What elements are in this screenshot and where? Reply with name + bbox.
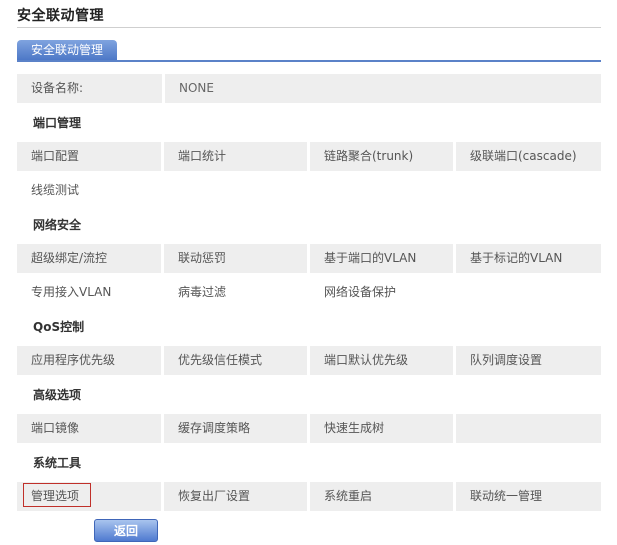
menu-link-port-default-priority[interactable]: 端口默认优先级: [310, 346, 453, 375]
section-heading-tools: 系统工具: [33, 456, 82, 470]
menu-table: 设备名称: NONE 端口管理 端口配置 端口统计 链路聚合(trunk) 级联…: [17, 72, 601, 514]
section-heading-row: 系统工具: [17, 446, 601, 480]
menu-link-port-mirror[interactable]: 端口镜像: [17, 414, 161, 443]
menu-link-trunk[interactable]: 链路聚合(trunk): [310, 142, 453, 171]
highlight-box: [23, 483, 91, 507]
section-heading-row: QoS控制: [17, 310, 601, 344]
menu-link-unified-mgmt[interactable]: 联动统一管理: [456, 482, 601, 511]
device-name-label: 设备名称:: [17, 74, 162, 103]
menu-link-linkage-penalty[interactable]: 联动惩罚: [164, 244, 307, 273]
menu-link-port-stats[interactable]: 端口统计: [164, 142, 307, 171]
menu-cell-empty: [456, 414, 601, 443]
menu-link-cascade[interactable]: 级联端口(cascade): [456, 142, 601, 171]
menu-link-virus-filter[interactable]: 病毒过滤: [164, 278, 307, 307]
menu-link-device-protect[interactable]: 网络设备保护: [310, 278, 453, 307]
menu-row: 应用程序优先级 优先级信任模式 端口默认优先级 队列调度设置: [17, 344, 601, 378]
menu-link-rstp[interactable]: 快速生成树: [310, 414, 453, 443]
section-heading-advanced: 高级选项: [33, 388, 82, 402]
menu-link-cable-test[interactable]: 线缆测试: [17, 176, 161, 205]
device-name-value: NONE: [165, 74, 601, 103]
section-heading-row: 高级选项: [17, 378, 601, 412]
menu-link-port-vlan[interactable]: 基于端口的VLAN: [310, 244, 453, 273]
menu-link-trust-mode[interactable]: 优先级信任模式: [164, 346, 307, 375]
menu-link-queue-schedule[interactable]: 队列调度设置: [456, 346, 601, 375]
menu-link-factory-reset[interactable]: 恢复出厂设置: [164, 482, 307, 511]
section-heading-row: 端口管理: [17, 106, 601, 140]
tab-underline: [17, 60, 601, 62]
menu-link-super-binding[interactable]: 超级绑定/流控: [17, 244, 161, 273]
menu-row: 管理选项 恢复出厂设置 系统重启 联动统一管理: [17, 480, 601, 514]
device-row: 设备名称: NONE: [17, 72, 601, 106]
tab-security-linkage[interactable]: 安全联动管理: [17, 40, 117, 60]
menu-link-port-config[interactable]: 端口配置: [17, 142, 161, 171]
section-heading-port-mgmt: 端口管理: [33, 116, 82, 130]
menu-link-reboot[interactable]: 系统重启: [310, 482, 453, 511]
menu-link-app-priority[interactable]: 应用程序优先级: [17, 346, 161, 375]
menu-link-buffer-policy[interactable]: 缓存调度策略: [164, 414, 307, 443]
back-button[interactable]: 返回: [94, 519, 158, 542]
menu-row: 超级绑定/流控 联动惩罚 基于端口的VLAN 基于标记的VLAN: [17, 242, 601, 276]
menu-row: 端口镜像 缓存调度策略 快速生成树: [17, 412, 601, 446]
title-divider: [17, 27, 601, 28]
page-title: 安全联动管理: [17, 8, 104, 24]
section-heading-qos: QoS控制: [33, 320, 85, 334]
section-heading-net-security: 网络安全: [33, 218, 82, 232]
menu-row: 端口配置 端口统计 链路聚合(trunk) 级联端口(cascade): [17, 140, 601, 174]
menu-row: 线缆测试: [17, 174, 601, 208]
section-heading-row: 网络安全: [17, 208, 601, 242]
menu-link-private-vlan[interactable]: 专用接入VLAN: [17, 278, 161, 307]
menu-link-tag-vlan[interactable]: 基于标记的VLAN: [456, 244, 601, 273]
menu-row: 专用接入VLAN 病毒过滤 网络设备保护: [17, 276, 601, 310]
